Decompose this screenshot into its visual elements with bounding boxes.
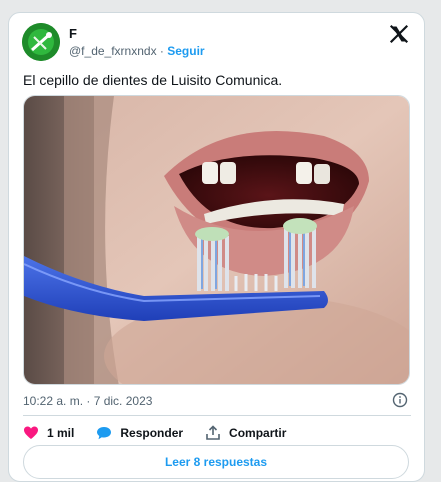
read-replies-button[interactable]: Leer 8 respuestas bbox=[23, 445, 409, 479]
info-icon[interactable] bbox=[392, 392, 408, 408]
like-button[interactable]: 1 mil bbox=[23, 425, 74, 441]
share-icon bbox=[206, 425, 220, 440]
embedded-tweet-card: F @f_de_fxrnxndx · Seguir El cepillo de … bbox=[8, 12, 425, 482]
follow-button[interactable]: Seguir bbox=[167, 44, 204, 58]
share-label: Compartir bbox=[229, 426, 287, 440]
avatar-image bbox=[22, 23, 60, 61]
reply-button[interactable]: Responder bbox=[96, 425, 183, 441]
x-logo-icon[interactable] bbox=[389, 24, 409, 44]
user-handle[interactable]: @f_de_fxrnxndx bbox=[69, 44, 157, 58]
tweet-timestamp[interactable]: 10:22 a. m. · 7 dic. 2023 bbox=[23, 394, 152, 408]
divider bbox=[23, 415, 411, 416]
photo-child-mouth-toothbrush bbox=[24, 96, 409, 384]
reply-bubble-icon bbox=[97, 427, 112, 440]
likes-count: 1 mil bbox=[47, 426, 75, 440]
tweet-photo[interactable] bbox=[23, 95, 410, 385]
tweet-text: El cepillo de dientes de Luisito Comunic… bbox=[23, 72, 283, 88]
action-bar: 1 mil Responder Compartir bbox=[23, 424, 308, 442]
display-name[interactable]: F bbox=[69, 26, 77, 41]
share-button[interactable]: Compartir bbox=[205, 425, 286, 441]
reply-label: Responder bbox=[120, 426, 184, 440]
avatar[interactable] bbox=[22, 23, 60, 61]
heart-icon bbox=[24, 426, 38, 439]
separator-dot: · bbox=[159, 44, 164, 58]
handle-row: @f_de_fxrnxndx · Seguir bbox=[69, 44, 205, 58]
